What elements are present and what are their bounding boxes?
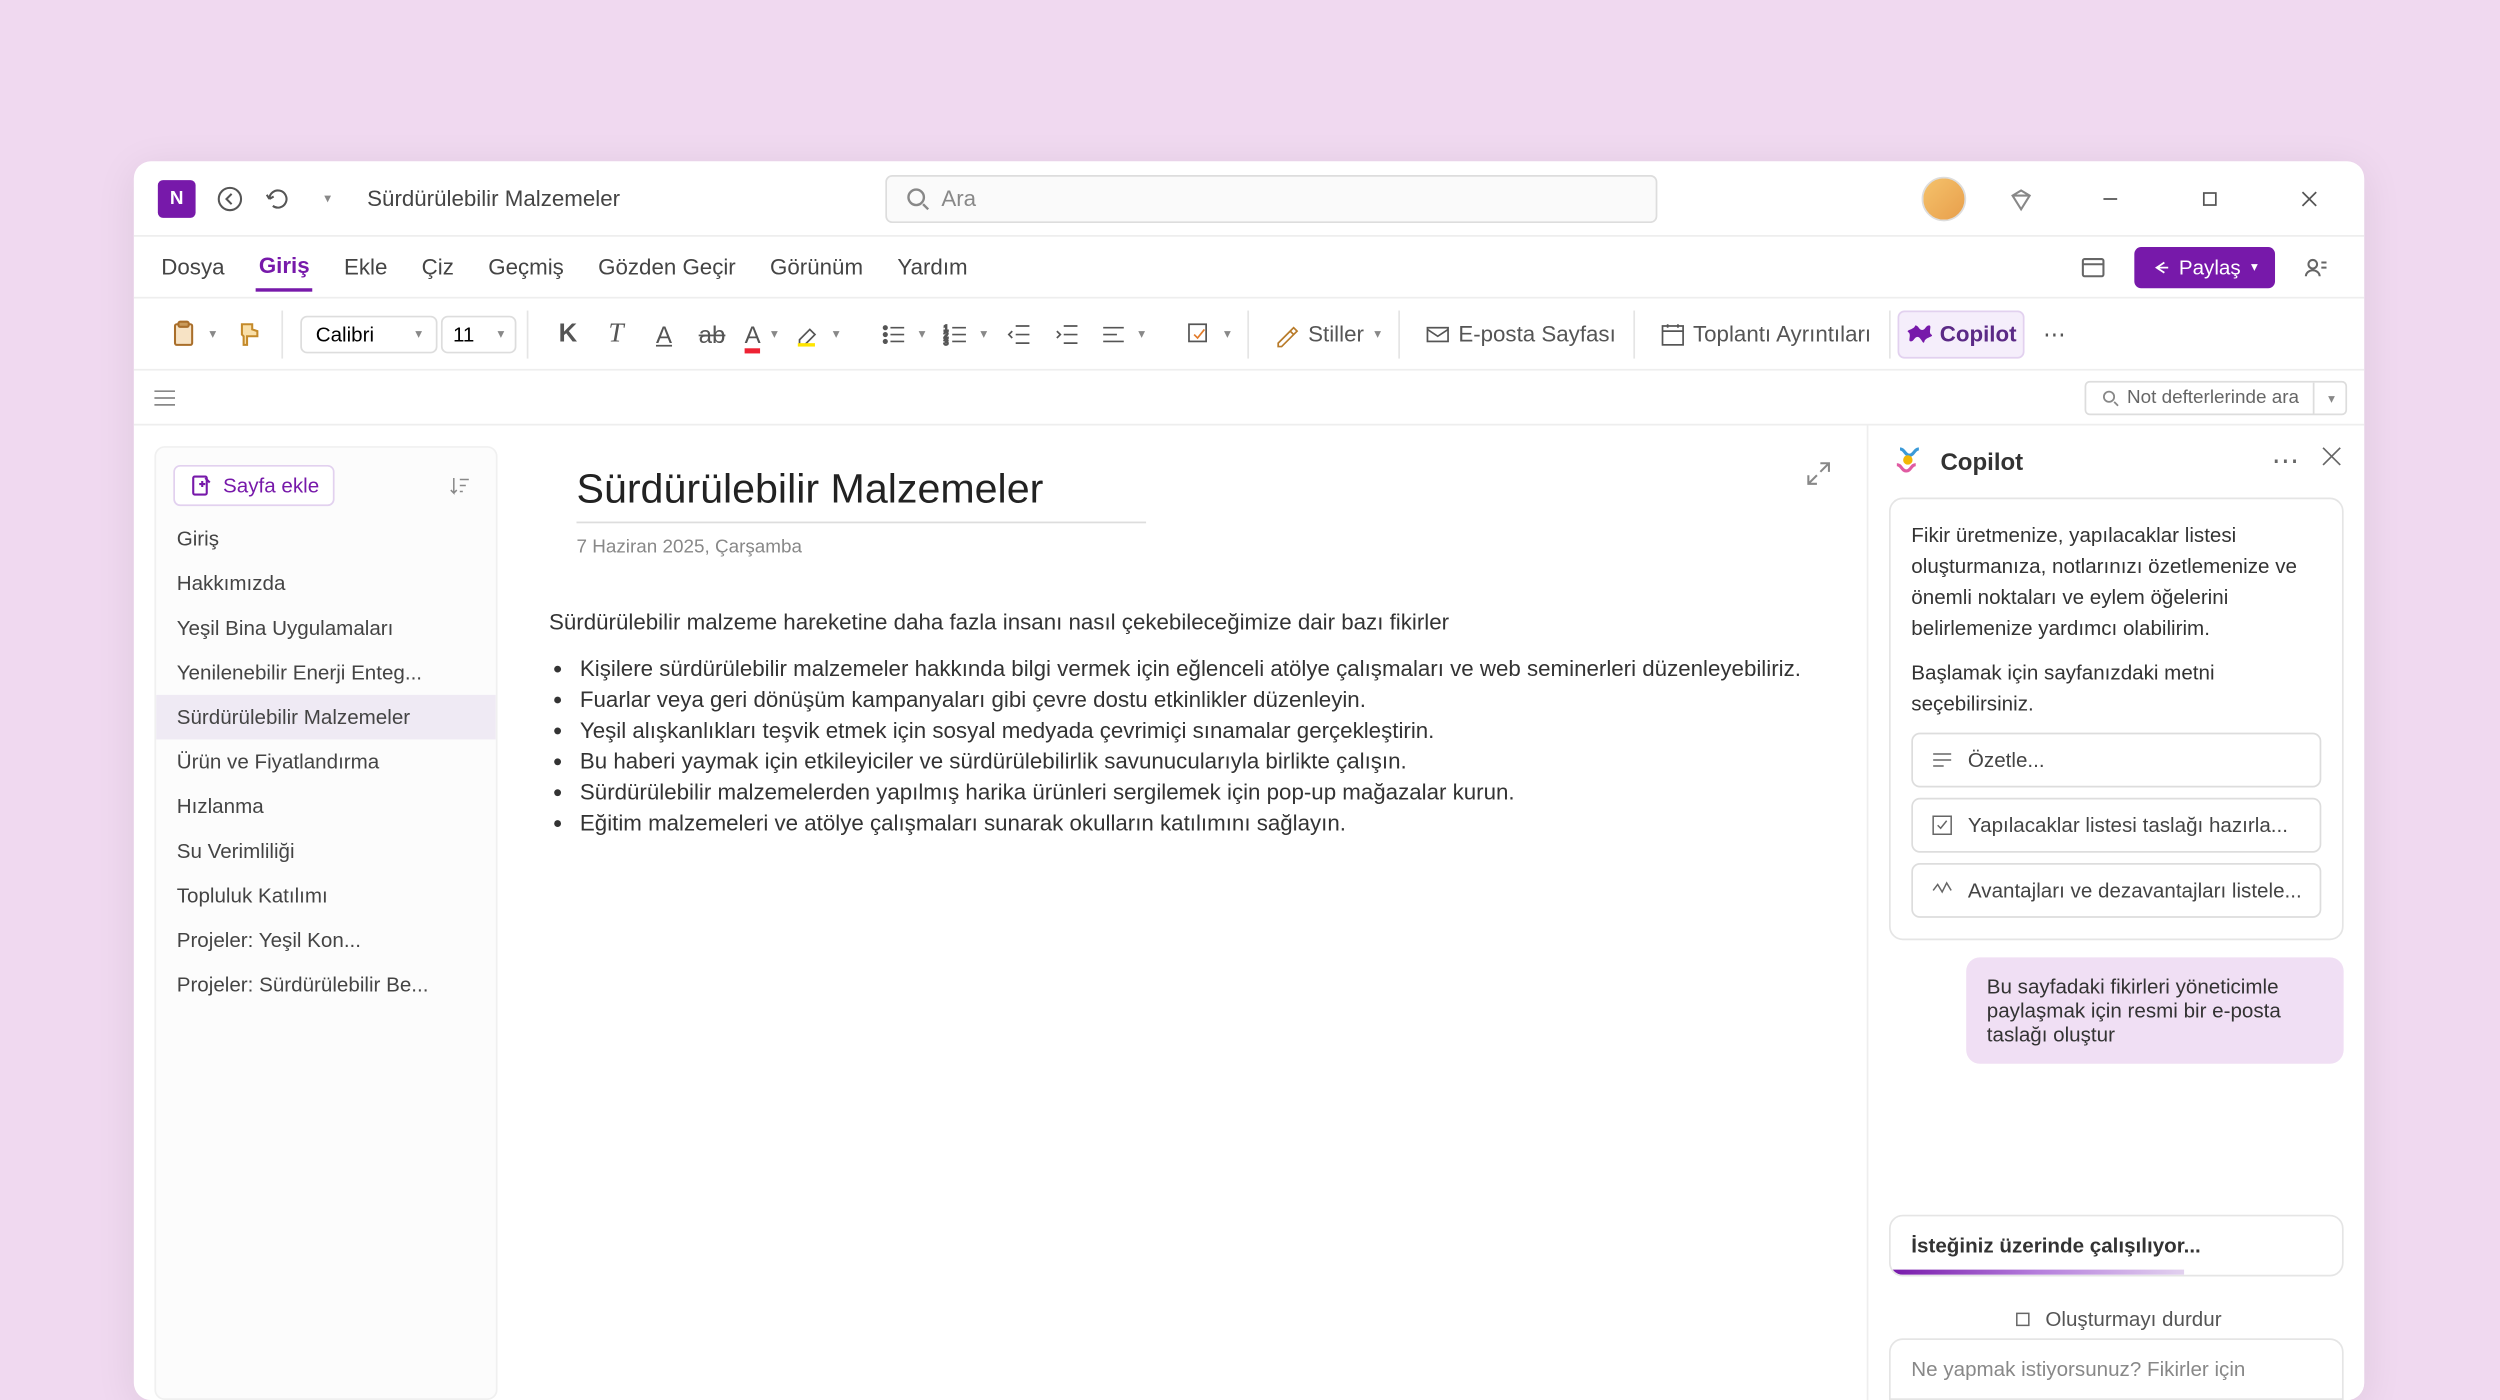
note-bullet-item[interactable]: Bu haberi yaymak için etkileyiciler ve s…: [580, 748, 1815, 774]
svg-text:3: 3: [944, 336, 949, 346]
font-family-select[interactable]: Calibri▾: [300, 315, 437, 353]
menu-gozden-gecir[interactable]: Gözden Geçir: [595, 244, 739, 290]
font-size-select[interactable]: 11▾: [441, 315, 516, 353]
close-button[interactable]: [2275, 174, 2344, 222]
copilot-toolbar-button[interactable]: Copilot: [1897, 310, 2025, 358]
note-editor[interactable]: Sürdürülebilir Malzemeler 7 Haziran 2025…: [498, 425, 1867, 1400]
page-list-item[interactable]: Topluluk Katılımı: [156, 873, 496, 918]
menu-gorunum[interactable]: Görünüm: [767, 244, 867, 290]
page-list-item[interactable]: Su Verimliliği: [156, 829, 496, 874]
ribbon-toolbar: ▾ Calibri▾ 11▾ K T A ab A▾ ▾: [134, 299, 2364, 371]
add-page-button[interactable]: Sayfa ekle: [173, 465, 334, 506]
copilot-logo-icon: [1889, 443, 1927, 481]
menu-giris[interactable]: Giriş: [255, 242, 313, 292]
suggestion-pros-cons[interactable]: Avantajları ve dezavantajları listele...: [1911, 863, 2321, 918]
page-list-item[interactable]: Giriş: [156, 516, 496, 561]
page-list-item[interactable]: Projeler: Yeşil Kon...: [156, 918, 496, 963]
copilot-title: Copilot: [1940, 448, 2023, 475]
note-bullet-item[interactable]: Sürdürülebilir malzemelerden yapılmış ha…: [580, 779, 1815, 805]
note-date: 7 Haziran 2025, Çarşamba: [576, 537, 1815, 558]
page-list-item[interactable]: Ürün ve Fiyatlandırma: [156, 739, 496, 784]
menu-gecmis[interactable]: Geçmiş: [485, 244, 567, 290]
copilot-input[interactable]: Ne yapmak istiyorsunuz? Fikirler için: [1889, 1338, 2344, 1400]
notebook-search[interactable]: Not defterlerinde ara ▾: [2084, 380, 2347, 414]
menu-dosya[interactable]: Dosya: [158, 244, 228, 290]
numbering-button[interactable]: 123▾: [936, 310, 994, 358]
meeting-details-button[interactable]: Toplantı Ayrıntıları: [1652, 310, 1878, 358]
contacts-button[interactable]: [2292, 243, 2340, 291]
page-list-item[interactable]: Hızlanma: [156, 784, 496, 829]
page-list-item[interactable]: Hakkımızda: [156, 561, 496, 606]
align-button[interactable]: ▾: [1094, 310, 1152, 358]
paste-button[interactable]: ▾: [161, 310, 223, 358]
share-label: Paylaş: [2179, 255, 2241, 279]
styles-button[interactable]: Stiller▾: [1267, 310, 1388, 358]
notebook-search-dropdown[interactable]: ▾: [2313, 382, 2346, 413]
note-bullet-item[interactable]: Eğitim malzemeleri ve atölye çalışmaları…: [580, 810, 1815, 836]
page-list-item[interactable]: Sürdürülebilir Malzemeler: [156, 695, 496, 740]
menu-yardim[interactable]: Yardım: [894, 244, 971, 290]
menu-ciz[interactable]: Çiz: [418, 244, 457, 290]
copilot-panel: Copilot ⋯ Fikir üretmenize, yapılacaklar…: [1867, 425, 2365, 1400]
underline-button[interactable]: A: [642, 310, 687, 358]
premium-icon[interactable]: [1997, 174, 2045, 222]
nav-toggle-button[interactable]: [151, 383, 189, 410]
bold-button[interactable]: K: [546, 310, 591, 358]
format-painter-button[interactable]: [226, 310, 271, 358]
sort-pages-button[interactable]: [441, 467, 479, 505]
italic-button[interactable]: T: [594, 310, 639, 358]
note-title[interactable]: Sürdürülebilir Malzemeler: [576, 467, 1146, 524]
note-bullet-list[interactable]: Kişilere sürdürülebilir malzemeler hakkı…: [549, 655, 1815, 835]
outdent-button[interactable]: [998, 310, 1043, 358]
page-list-item[interactable]: Yeşil Bina Uygulamaları: [156, 606, 496, 651]
strikethrough-button[interactable]: ab: [690, 310, 735, 358]
sub-toolbar: Not defterlerinde ara ▾: [134, 371, 2364, 426]
page-list-item[interactable]: Yenilenebilir Enerji Enteg...: [156, 650, 496, 695]
more-options-button[interactable]: ⋯: [2032, 310, 2077, 358]
document-title: Sürdürülebilir Malzemeler: [367, 185, 620, 211]
search-placeholder: Ara: [941, 185, 976, 211]
content-area: Sayfa ekle GirişHakkımızdaYeşil Bina Uyg…: [134, 425, 2364, 1400]
page-list-item[interactable]: Projeler: Sürdürülebilir Be...: [156, 963, 496, 1008]
stop-generating-button[interactable]: Oluşturmayı durdur: [1889, 1294, 2344, 1339]
highlight-button[interactable]: ▾: [788, 310, 846, 358]
share-button[interactable]: Paylaş ▾: [2134, 246, 2275, 287]
copilot-close-button[interactable]: [2320, 444, 2344, 478]
titlebar: N ▾ Sürdürülebilir Malzemeler Ara: [134, 161, 2364, 236]
copilot-working-status: İsteğiniz üzerinde çalışılıyor...: [1889, 1215, 2344, 1277]
search-input[interactable]: Ara: [885, 174, 1657, 222]
onenote-app-icon: N: [158, 179, 196, 217]
email-page-button[interactable]: E-posta Sayfası: [1417, 310, 1623, 358]
quick-access-dropdown[interactable]: ▾: [302, 174, 350, 222]
note-bullet-item[interactable]: Kişilere sürdürülebilir malzemeler hakkı…: [580, 655, 1815, 681]
tab-mode-button[interactable]: [2069, 243, 2117, 291]
copilot-more-button[interactable]: ⋯: [2272, 444, 2299, 478]
suggestion-summarize[interactable]: Özetle...: [1911, 733, 2321, 788]
note-bullet-item[interactable]: Yeşil alışkanlıkları teşvik etmek için s…: [580, 717, 1815, 743]
maximize-button[interactable]: [2175, 174, 2244, 222]
copilot-intro-text-1: Fikir üretmenize, yapılacaklar listesi o…: [1911, 520, 2321, 644]
note-intro-text[interactable]: Sürdürülebilir malzeme hareketine daha f…: [549, 609, 1815, 635]
font-color-button[interactable]: A▾: [738, 310, 785, 358]
app-window: N ▾ Sürdürülebilir Malzemeler Ara: [134, 161, 2364, 1400]
user-avatar[interactable]: [1922, 176, 1967, 221]
user-message-bubble: Bu sayfadaki fikirleri yöneticimle payla…: [1966, 957, 2343, 1063]
copilot-intro-text-2: Başlamak için sayfanızdaki metni seçebil…: [1911, 657, 2321, 719]
tags-button[interactable]: ▾: [1179, 310, 1237, 358]
menubar: Dosya Giriş Ekle Çiz Geçmiş Gözden Geçir…: [134, 237, 2364, 299]
indent-button[interactable]: [1046, 310, 1091, 358]
menu-ekle[interactable]: Ekle: [341, 244, 391, 290]
copilot-intro-card: Fikir üretmenize, yapılacaklar listesi o…: [1889, 498, 2344, 941]
suggestion-todo-draft[interactable]: Yapılacaklar listesi taslağı hazırla...: [1911, 798, 2321, 853]
back-button[interactable]: [206, 174, 254, 222]
bullets-button[interactable]: ▾: [874, 310, 932, 358]
minimize-button[interactable]: [2076, 174, 2145, 222]
page-list-panel: Sayfa ekle GirişHakkımızdaYeşil Bina Uyg…: [154, 446, 497, 1400]
note-bullet-item[interactable]: Fuarlar veya geri dönüşüm kampanyaları g…: [580, 686, 1815, 712]
undo-button[interactable]: [254, 174, 302, 222]
expand-icon[interactable]: [1798, 453, 1839, 494]
